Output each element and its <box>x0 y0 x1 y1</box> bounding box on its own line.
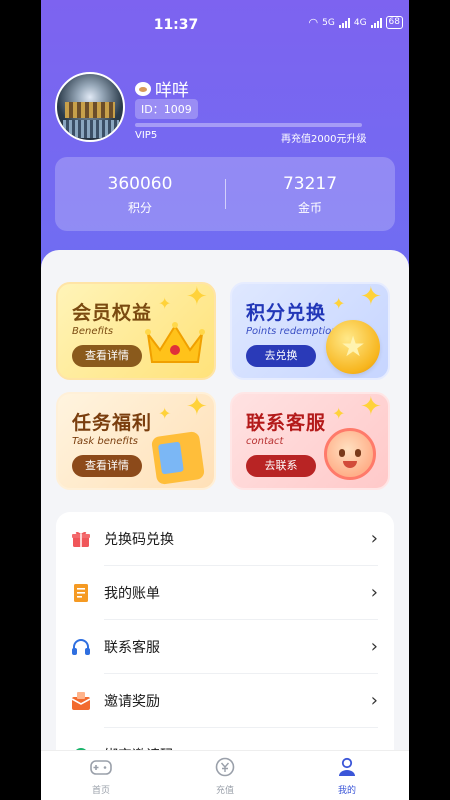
sparkle-icon: ✦ <box>360 392 382 422</box>
profile-header: 咩咩 ID：1009 VIP5 再充值2000元升级 <box>55 72 395 147</box>
points-value: 360060 <box>107 174 173 194</box>
chevron-right-icon: › <box>370 528 378 549</box>
menu-label: 我的账单 <box>104 586 160 602</box>
menu-item-customer-service[interactable]: 联系客服 › <box>56 620 394 674</box>
task-benefits-subtitle: Task benefits <box>72 436 138 447</box>
benefits-subtitle: Benefits <box>72 326 114 337</box>
contact-service-subtitle: contact <box>246 436 284 447</box>
sparkle-icon: ✦ <box>186 392 208 422</box>
network-4g-label: 4G <box>353 17 367 28</box>
user-id-badge: ID：1009 <box>135 99 198 119</box>
coin-icon <box>326 320 380 374</box>
menu-item-my-bill[interactable]: 我的账单 › <box>56 566 394 620</box>
task-details-button[interactable]: 查看详情 <box>72 455 142 477</box>
contact-button[interactable]: 去联系 <box>246 455 316 477</box>
coins-stat[interactable]: 73217 金币 <box>225 174 395 216</box>
status-time: 11:37 <box>153 17 199 33</box>
redeem-button[interactable]: 去兑换 <box>246 345 316 367</box>
menu-label: 联系客服 <box>104 640 160 656</box>
tab-home-label: 首页 <box>91 786 110 796</box>
stats-panel: 360060 积分 73217 金币 <box>55 157 395 231</box>
points-redeem-card[interactable]: ✦ ✦ 积分兑换 Points redemption 去兑换 <box>230 282 390 380</box>
task-benefits-title: 任务福利 <box>72 412 153 434</box>
benefits-title: 会员权益 <box>72 302 153 324</box>
points-label: 积分 <box>127 201 152 215</box>
vip-level: VIP5 <box>135 130 158 141</box>
username: 咩咩 <box>135 76 189 101</box>
benefits-card[interactable]: ✦ ✦ 会员权益 Benefits 查看详情 <box>56 282 216 380</box>
notebook-icon <box>150 430 206 486</box>
wifi-icon: ◠ <box>308 16 319 29</box>
tab-mine[interactable]: 我的 <box>307 757 387 796</box>
signal-icon-2 <box>370 17 382 28</box>
chevron-right-icon: › <box>370 582 378 603</box>
user-icon <box>339 757 355 776</box>
tab-home[interactable]: 首页 <box>61 757 141 796</box>
task-benefits-card[interactable]: ✦ ✦ 任务福利 Task benefits 查看详情 <box>56 392 216 490</box>
battery-icon: 68 <box>385 16 403 29</box>
upgrade-hint: 再充值2000元升级 <box>281 134 367 145</box>
content-sheet: ✦ ✦ 会员权益 Benefits 查看详情 ✦ ✦ 积分兑换 Points r… <box>41 250 409 800</box>
avatar[interactable] <box>55 72 125 142</box>
menu-label: 邀请奖励 <box>104 694 160 710</box>
sparkle-icon: ✦ <box>186 282 208 312</box>
coins-value: 73217 <box>282 174 338 194</box>
menu-item-invite-reward[interactable]: 邀请奖励 › <box>56 674 394 728</box>
gift-icon <box>72 531 90 547</box>
app-screen: 11:37 ◠ 5G 4G 68 咩咩 ID：1009 VIP5 再充值2000… <box>41 0 409 800</box>
network-5g-label: 5G <box>322 17 335 28</box>
points-stat[interactable]: 360060 积分 <box>55 174 225 216</box>
bottom-tab-bar: 首页 充值 我的 <box>41 750 409 800</box>
status-icons: ◠ 5G 4G 68 <box>309 16 403 29</box>
vip-progress-bar <box>135 123 362 127</box>
bill-icon <box>74 584 88 602</box>
support-mascot-icon <box>324 428 376 480</box>
sparkle-icon: ✦ <box>158 294 172 313</box>
menu-label: 兑换码兑换 <box>104 532 174 548</box>
crown-icon <box>145 322 205 363</box>
tab-recharge-label: 充值 <box>215 786 234 796</box>
sparkle-icon: ✦ <box>360 282 382 312</box>
points-redeem-subtitle: Points redemption <box>246 326 338 337</box>
signal-icon <box>338 17 350 28</box>
tab-recharge[interactable]: 充值 <box>185 757 265 796</box>
status-bar: 11:37 ◠ 5G 4G 68 <box>41 0 409 48</box>
contact-service-card[interactable]: ✦ ✦ 联系客服 contact 去联系 <box>230 392 390 490</box>
points-redeem-title: 积分兑换 <box>246 302 327 324</box>
sparkle-icon: ✦ <box>158 404 172 423</box>
gamepad-icon <box>90 760 112 775</box>
sheep-emoji-icon <box>135 81 151 96</box>
headset-icon <box>72 639 90 655</box>
coins-label: 金币 <box>297 201 322 215</box>
benefits-details-button[interactable]: 查看详情 <box>72 345 142 367</box>
chevron-right-icon: › <box>370 636 378 657</box>
username-text: 咩咩 <box>155 81 189 101</box>
invite-icon <box>71 692 91 710</box>
tab-mine-label: 我的 <box>337 786 356 796</box>
sparkle-icon: ✦ <box>332 294 346 313</box>
recharge-icon <box>215 757 235 777</box>
menu-item-redeem-code[interactable]: 兑换码兑换 › <box>56 512 394 566</box>
chevron-right-icon: › <box>370 690 378 711</box>
contact-service-title: 联系客服 <box>246 412 327 434</box>
sparkle-icon: ✦ <box>332 404 346 423</box>
